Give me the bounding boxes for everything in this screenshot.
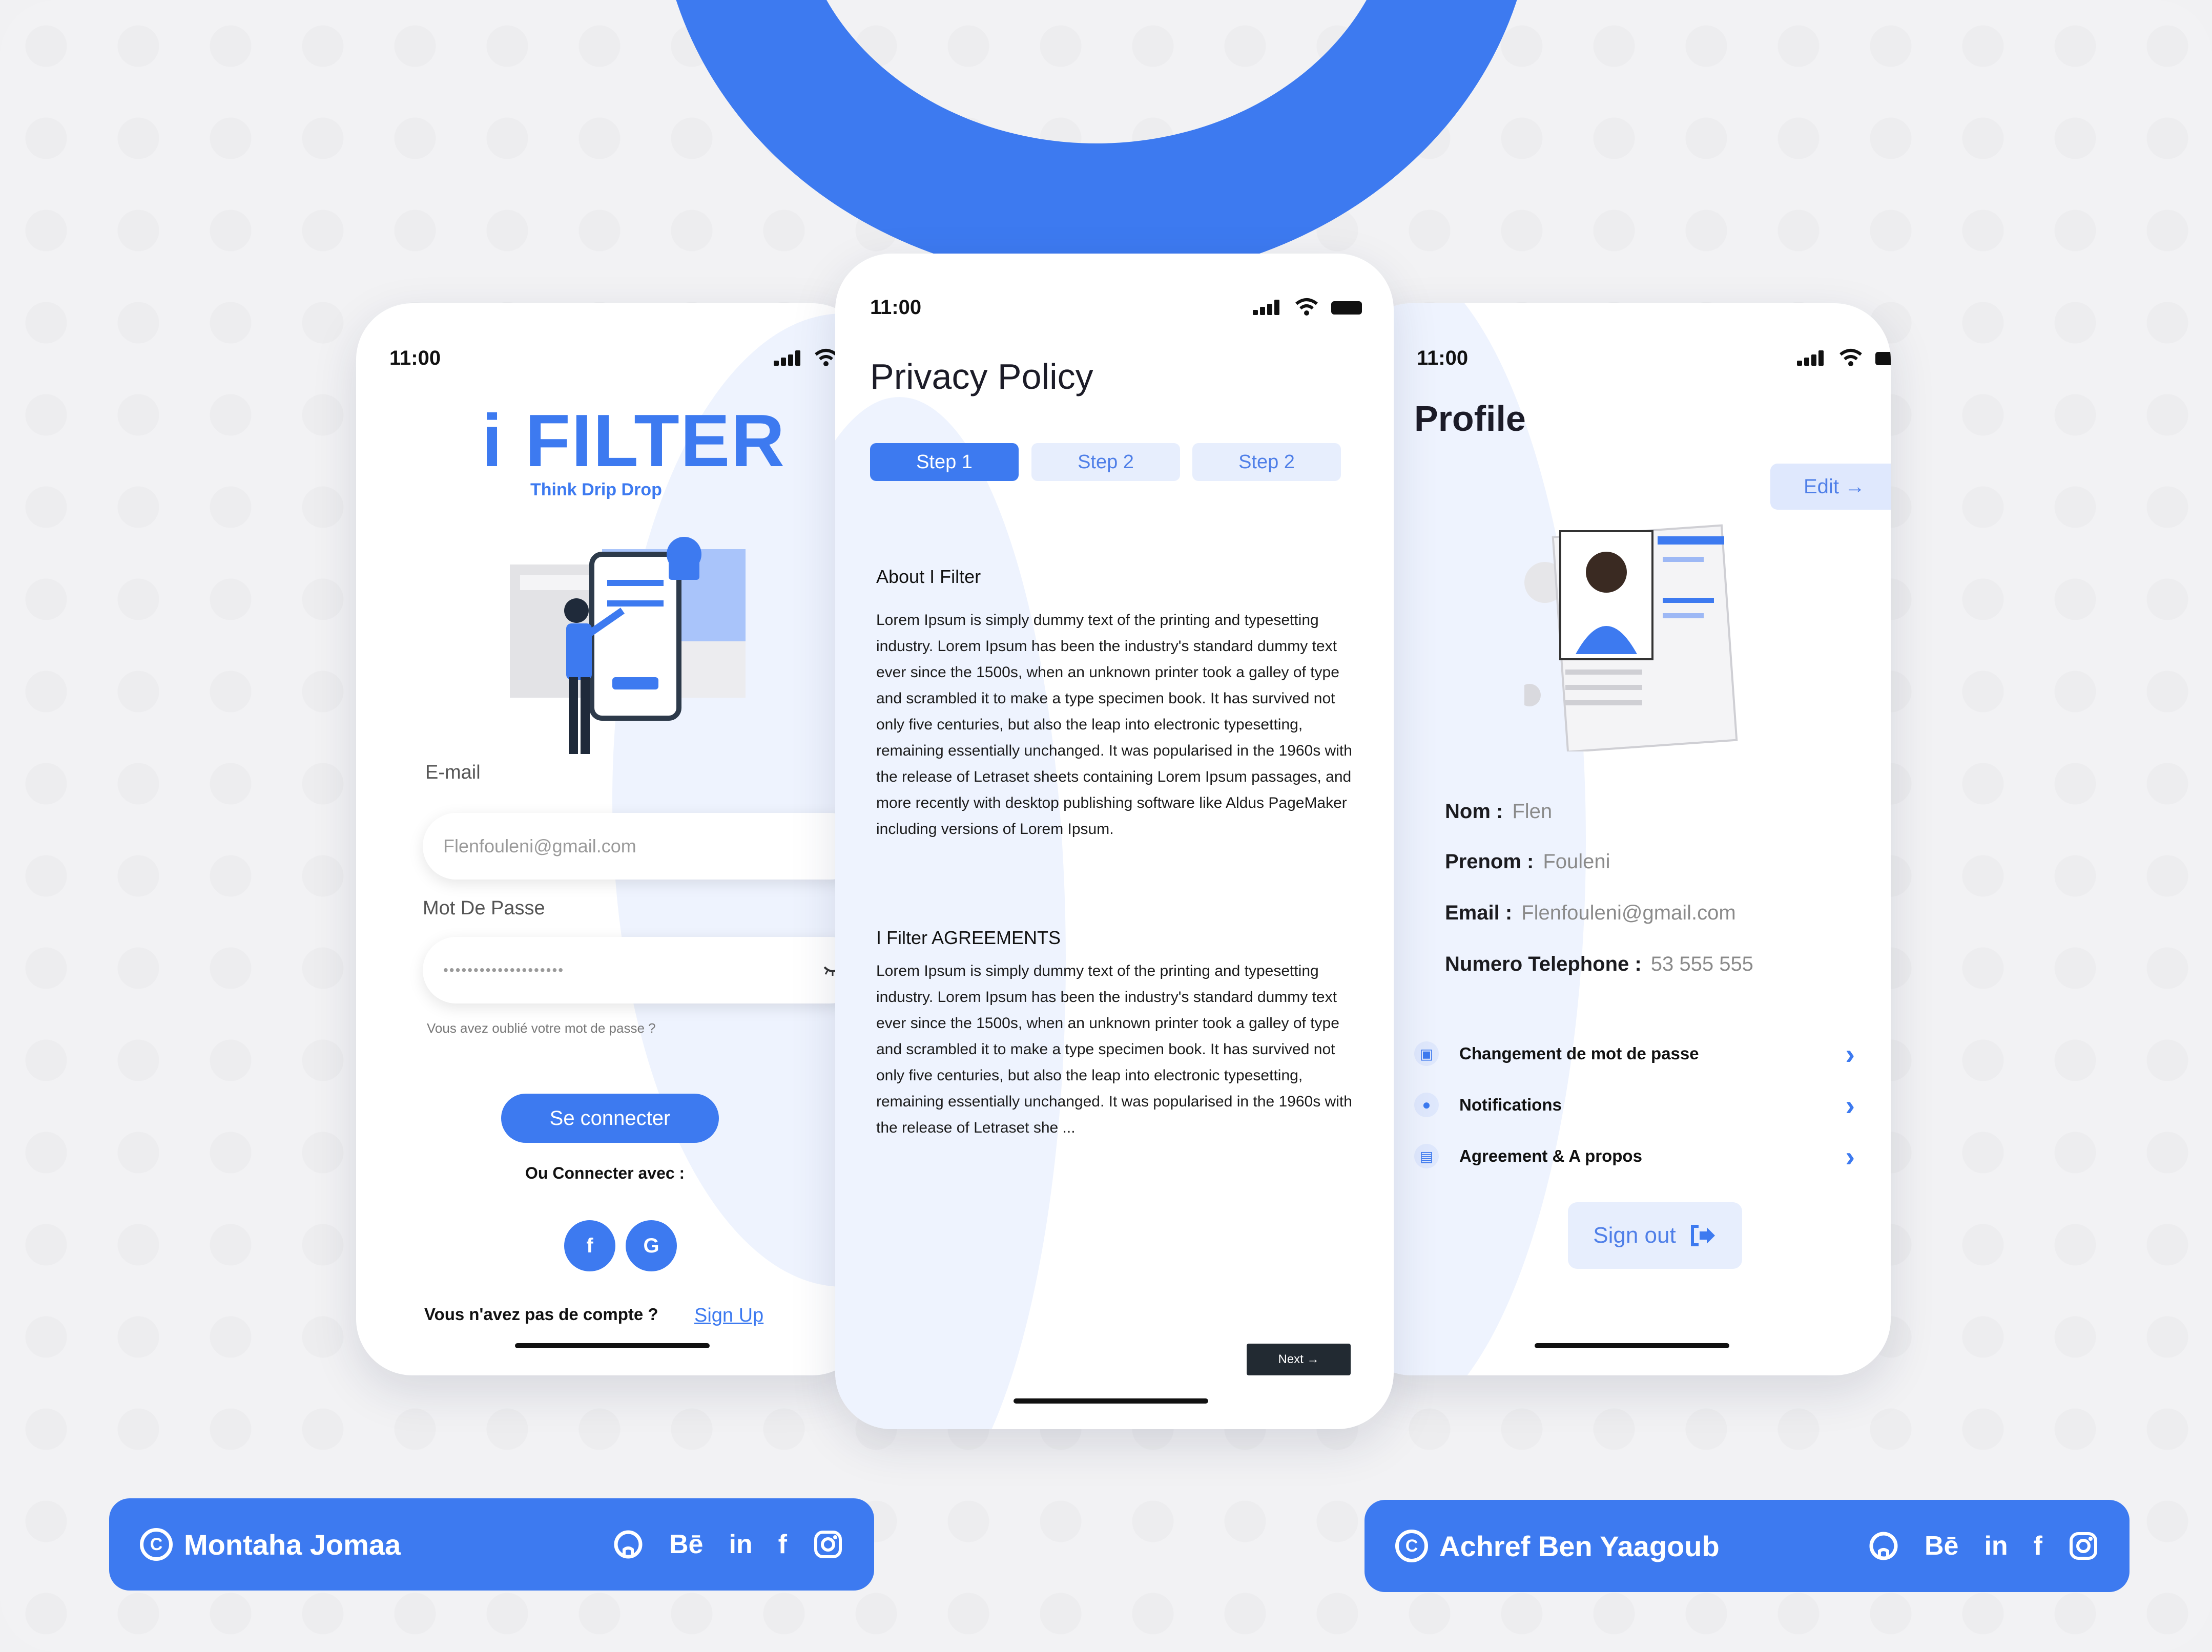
github-icon[interactable] (1868, 1531, 1899, 1561)
profile-field-prenom: Prenom : Fouleni (1445, 850, 1610, 873)
bell-icon: ● (1414, 1093, 1439, 1117)
signal-icon (1253, 300, 1284, 315)
menu-item-notifications[interactable]: ● Notifications › (1414, 1087, 1855, 1123)
menu-item-change-password[interactable]: ▣ Changement de mot de passe › (1414, 1036, 1855, 1072)
menu-item-label: Changement de mot de passe (1459, 1044, 1699, 1063)
forgot-password-link[interactable]: Vous avez oublié votre mot de passe ? (427, 1020, 656, 1036)
sign-out-icon (1690, 1225, 1715, 1246)
page-title: Privacy Policy (870, 357, 1093, 396)
email-value: Flenfouleni@gmail.com (443, 835, 636, 856)
instagram-icon[interactable] (2068, 1531, 2099, 1561)
copyright-icon: C (1395, 1530, 1428, 1562)
chevron-right-icon: › (1845, 1140, 1855, 1173)
login-illustration (510, 537, 746, 754)
chevron-right-icon: › (1845, 1037, 1855, 1070)
menu-item-agreement[interactable]: ▤ Agreement & A propos › (1414, 1138, 1855, 1174)
password-value: •••••••••••••••••••• (443, 962, 565, 978)
profile-field-phone: Numero Telephone : 53 555 555 (1445, 953, 1753, 976)
page-title: Profile (1414, 399, 1526, 438)
status-time: 11:00 (870, 296, 922, 319)
decorative-ring (658, 0, 1535, 282)
app-logo: i FILTER (482, 399, 786, 482)
linkedin-icon[interactable]: in (729, 1529, 752, 1560)
home-indicator (1014, 1398, 1208, 1404)
password-label: Mot De Passe (423, 897, 545, 919)
behance-icon[interactable]: Bē (669, 1529, 703, 1560)
profile-screen: 11:00 Profile Edit → Nom: Flen Prenom:… (1355, 303, 1891, 1375)
email-label: E-mail (425, 762, 481, 783)
facebook-icon: f (586, 1234, 593, 1257)
home-indicator (515, 1343, 710, 1348)
author-name: Achref Ben Yaagoub (1439, 1530, 1720, 1562)
facebook-icon[interactable]: f (2034, 1531, 2042, 1561)
app-tagline: Think Drip Drop (530, 480, 662, 499)
status-time: 11:00 (389, 347, 441, 369)
copyright-icon: C (140, 1528, 173, 1561)
tab-step-3[interactable]: Step 2 (1192, 443, 1341, 481)
email-field[interactable]: Flenfouleni@gmail.com (423, 813, 863, 880)
home-indicator (1535, 1343, 1729, 1348)
login-screen: 11:00 i FILTER Think Drip Drop E-mail Fl… (356, 303, 869, 1375)
field-key: Prenom : (1445, 850, 1534, 873)
battery-icon (1331, 301, 1362, 315)
edit-button[interactable]: Edit → (1770, 464, 1891, 510)
signup-link[interactable]: Sign Up (694, 1305, 763, 1327)
no-account-label: Vous n'avez pas de compte ? (424, 1305, 658, 1324)
credit-bar-left: C Montaha Jomaa Bē in f (109, 1498, 874, 1591)
google-icon: G (643, 1234, 659, 1257)
tab-step-1[interactable]: Step 1 (870, 443, 1019, 481)
document-icon: ▤ (1414, 1144, 1439, 1168)
chevron-right-icon: › (1845, 1089, 1855, 1121)
or-connect-label: Ou Connecter avec : (525, 1164, 685, 1182)
agreements-text: Lorem Ipsum is simply dummy text of the … (876, 963, 1352, 1136)
field-value: Fouleni (1543, 850, 1610, 873)
field-value: Flenfouleni@gmail.com (1521, 902, 1736, 924)
about-title: About I Filter (876, 566, 981, 587)
background-blob (835, 397, 1066, 1429)
signal-icon (1797, 350, 1828, 366)
facebook-login-button[interactable]: f (564, 1220, 615, 1271)
sign-out-button[interactable]: Sign out (1568, 1202, 1742, 1269)
wifi-icon (1839, 349, 1862, 366)
profile-illustration (1524, 524, 1738, 751)
signal-icon (774, 350, 804, 366)
profile-field-email: Email : Flenfouleni@gmail.com (1445, 902, 1736, 925)
credit-bar-right: C Achref Ben Yaagoub Bē in f (1365, 1500, 2130, 1592)
about-text: Lorem Ipsum is simply dummy text of the … (876, 612, 1352, 838)
github-icon[interactable] (613, 1529, 644, 1560)
password-field[interactable]: •••••••••••••••••••• (423, 937, 863, 1003)
author-name: Montaha Jomaa (184, 1528, 401, 1561)
wifi-icon (815, 349, 837, 366)
status-time: 11:00 (1417, 347, 1469, 369)
showcase-canvas: 11:00 i FILTER Think Drip Drop E-mail Fl… (0, 0, 2212, 1652)
menu-item-label: Notifications (1459, 1095, 1562, 1114)
wifi-icon (1295, 298, 1318, 316)
agreements-title: I Filter AGREEMENTS (876, 927, 1061, 948)
battery-icon (1875, 352, 1891, 365)
field-key: Nom : (1445, 800, 1503, 823)
login-button[interactable]: Se connecter (501, 1094, 719, 1143)
field-value: 53 555 555 (1650, 953, 1753, 975)
tab-step-2[interactable]: Step 2 (1031, 443, 1180, 481)
next-button[interactable]: Next → (1247, 1344, 1351, 1375)
google-login-button[interactable]: G (626, 1220, 677, 1271)
field-key: Numero Telephone : (1445, 953, 1642, 975)
profile-field-nom: Nom : Flen (1445, 800, 1552, 823)
field-key: Email : (1445, 902, 1513, 924)
sign-out-label: Sign out (1593, 1223, 1676, 1248)
field-value: Flen (1512, 800, 1553, 823)
menu-item-label: Agreement & A propos (1459, 1146, 1642, 1165)
facebook-icon[interactable]: f (778, 1529, 787, 1560)
lock-icon: ▣ (1414, 1041, 1439, 1066)
behance-icon[interactable]: Bē (1925, 1531, 1958, 1561)
linkedin-icon[interactable]: in (1984, 1531, 2008, 1561)
instagram-icon[interactable] (813, 1529, 843, 1560)
privacy-policy-screen: 11:00 Privacy Policy Step 1 Step 2 Step … (835, 254, 1394, 1429)
